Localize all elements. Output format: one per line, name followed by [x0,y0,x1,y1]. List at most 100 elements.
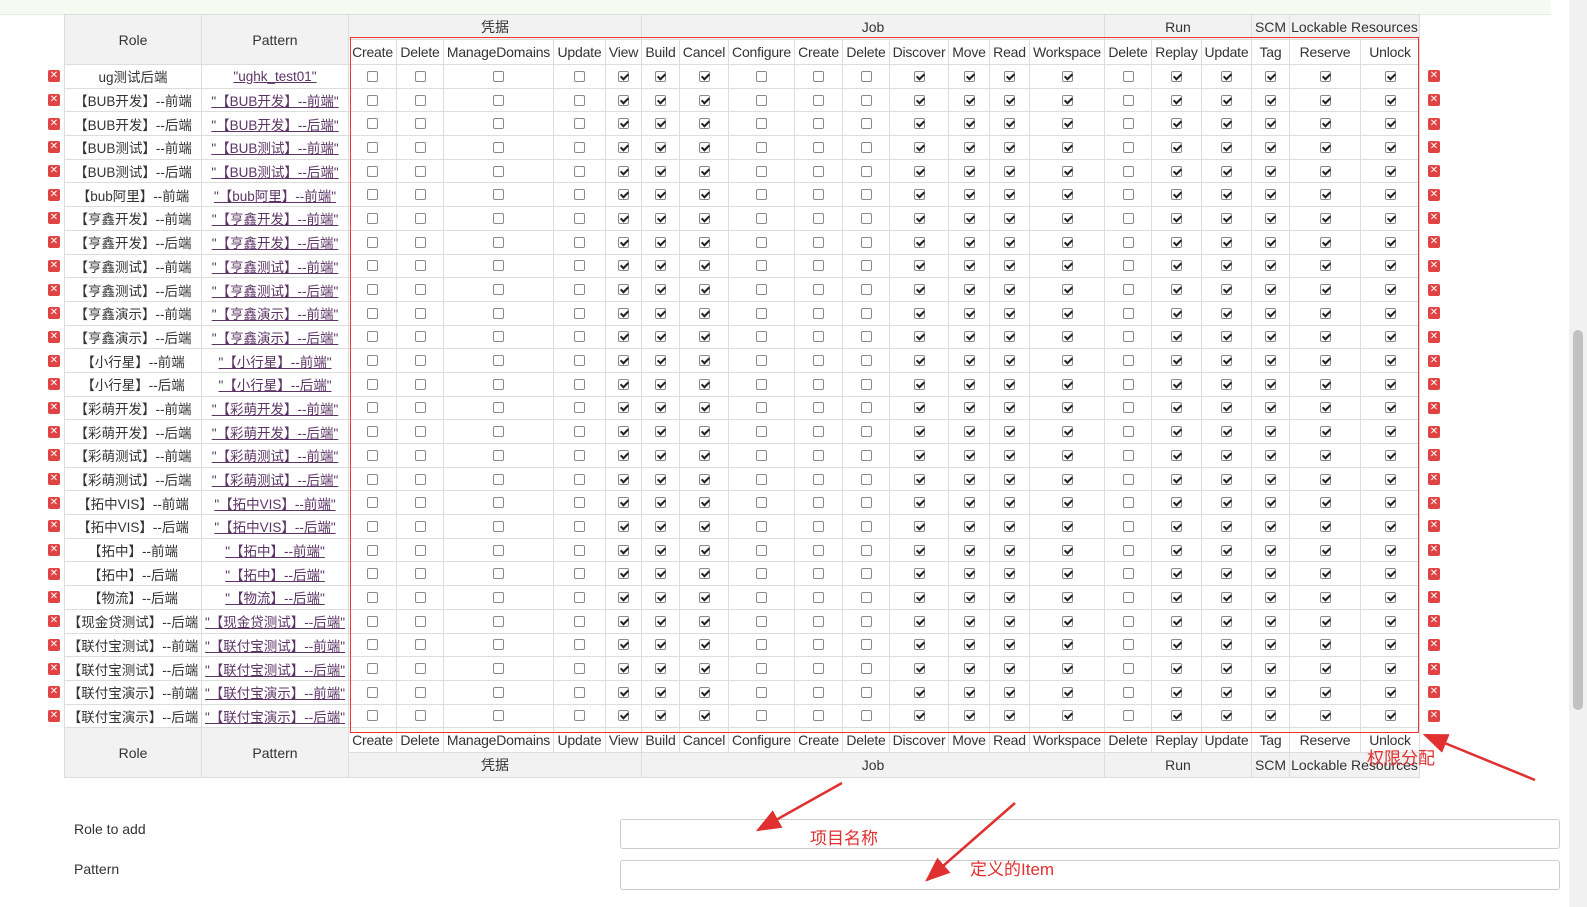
permission-checkbox[interactable] [913,70,925,82]
permission-checkbox[interactable] [1122,236,1134,248]
permission-checkbox[interactable] [913,615,925,627]
permission-checkbox[interactable] [367,497,378,509]
permission-checkbox[interactable] [414,639,426,651]
permission-checkbox[interactable] [813,94,824,106]
delete-role-icon[interactable]: ✕ [1428,212,1440,225]
permission-checkbox[interactable] [813,355,824,367]
permission-checkbox[interactable] [1319,615,1331,627]
permission-checkbox[interactable] [655,686,666,698]
permission-checkbox[interactable] [618,544,629,556]
permission-checkbox[interactable] [493,544,504,556]
permission-checkbox[interactable] [1384,118,1396,130]
permission-checkbox[interactable] [1265,141,1276,153]
permission-checkbox[interactable] [698,497,710,509]
permission-checkbox[interactable] [1171,686,1182,698]
permission-checkbox[interactable] [414,544,426,556]
permission-checkbox[interactable] [1004,615,1015,627]
permission-checkbox[interactable] [1384,520,1396,532]
pattern-link[interactable]: "【拓中】--后端" [225,568,325,583]
permission-checkbox[interactable] [1265,378,1276,390]
permission-checkbox[interactable] [1122,189,1134,201]
permission-checkbox[interactable] [1319,639,1331,651]
permission-checkbox[interactable] [756,663,767,675]
permission-checkbox[interactable] [813,141,824,153]
permission-checkbox[interactable] [618,165,629,177]
permission-checkbox[interactable] [1122,639,1134,651]
permission-checkbox[interactable] [1221,663,1232,675]
delete-role-icon[interactable]: ✕ [1428,591,1440,604]
permission-checkbox[interactable] [618,378,629,390]
permission-checkbox[interactable] [913,378,925,390]
permission-checkbox[interactable] [618,568,629,580]
pattern-link[interactable]: "ughk_test01" [233,69,316,84]
permission-checkbox[interactable] [655,331,666,343]
permission-checkbox[interactable] [1265,355,1276,367]
permission-checkbox[interactable] [698,544,710,556]
permission-checkbox[interactable] [1221,615,1232,627]
permission-checkbox[interactable] [756,284,767,296]
permission-checkbox[interactable] [860,591,872,603]
delete-role-icon[interactable]: ✕ [1428,567,1440,580]
permission-checkbox[interactable] [493,307,504,319]
permission-checkbox[interactable] [1171,497,1182,509]
permission-checkbox[interactable] [618,663,629,675]
permission-checkbox[interactable] [963,449,975,461]
permission-checkbox[interactable] [1122,615,1134,627]
permission-checkbox[interactable] [1061,118,1073,130]
permission-checkbox[interactable] [963,615,975,627]
permission-checkbox[interactable] [1221,70,1232,82]
permission-checkbox[interactable] [963,473,975,485]
permission-checkbox[interactable] [493,686,504,698]
permission-checkbox[interactable] [1122,378,1134,390]
permission-checkbox[interactable] [367,307,378,319]
permission-checkbox[interactable] [493,615,504,627]
permission-checkbox[interactable] [963,497,975,509]
permission-checkbox[interactable] [618,70,629,82]
permission-checkbox[interactable] [574,94,585,106]
permission-checkbox[interactable] [1221,473,1232,485]
permission-checkbox[interactable] [414,473,426,485]
permission-checkbox[interactable] [1384,686,1396,698]
permission-checkbox[interactable] [618,615,629,627]
permission-checkbox[interactable] [756,473,767,485]
permission-checkbox[interactable] [1221,520,1232,532]
permission-checkbox[interactable] [655,307,666,319]
permission-checkbox[interactable] [414,236,426,248]
permission-checkbox[interactable] [1122,307,1134,319]
pattern-link[interactable]: "【BUB开发】--后端" [211,118,338,133]
permission-checkbox[interactable] [1061,70,1073,82]
permission-checkbox[interactable] [1265,710,1276,722]
permission-checkbox[interactable] [698,568,710,580]
permission-checkbox[interactable] [574,189,585,201]
permission-checkbox[interactable] [1004,331,1015,343]
permission-checkbox[interactable] [1004,141,1015,153]
permission-checkbox[interactable] [963,686,975,698]
permission-checkbox[interactable] [493,639,504,651]
permission-checkbox[interactable] [574,260,585,272]
permission-checkbox[interactable] [1122,331,1134,343]
permission-checkbox[interactable] [1265,212,1276,224]
delete-role-icon[interactable]: ✕ [48,70,60,83]
permission-checkbox[interactable] [963,355,975,367]
permission-checkbox[interactable] [655,70,666,82]
permission-checkbox[interactable] [963,591,975,603]
permission-checkbox[interactable] [1319,94,1331,106]
permission-checkbox[interactable] [655,568,666,580]
permission-checkbox[interactable] [367,426,378,438]
permission-checkbox[interactable] [1004,165,1015,177]
delete-role-icon[interactable]: ✕ [48,662,60,675]
permission-checkbox[interactable] [1004,189,1015,201]
permission-checkbox[interactable] [493,591,504,603]
permission-checkbox[interactable] [493,94,504,106]
permission-checkbox[interactable] [655,189,666,201]
permission-checkbox[interactable] [1319,426,1331,438]
permission-checkbox[interactable] [913,710,925,722]
permission-checkbox[interactable] [1004,260,1015,272]
delete-role-icon[interactable]: ✕ [48,259,60,272]
permission-checkbox[interactable] [1122,260,1134,272]
permission-checkbox[interactable] [1061,307,1073,319]
permission-checkbox[interactable] [655,402,666,414]
delete-role-icon[interactable]: ✕ [1428,449,1440,462]
permission-checkbox[interactable] [1319,189,1331,201]
permission-checkbox[interactable] [1171,710,1182,722]
